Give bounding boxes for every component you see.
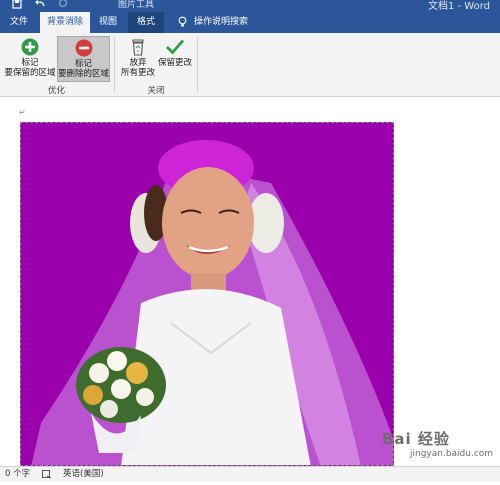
mark-keep-label-2: 要保留的区域 [4,68,56,78]
photo-illustration [21,123,393,465]
keep-changes-label: 保留更改 [157,58,192,68]
word-count[interactable]: 0 个字 [5,467,30,482]
redo-icon[interactable] [58,0,68,12]
ribbon: 标记 要保留的区域 标记 要删除的区域 优化 放弃 所有更改 保留更改 关闭 [0,33,500,97]
mark-areas-to-remove-button[interactable]: 标记 要删除的区域 [57,36,110,82]
group-separator [197,37,198,93]
lightbulb-icon[interactable] [178,16,187,28]
group-label-close: 关闭 [147,86,165,96]
mark-remove-label-2: 要删除的区域 [58,69,110,79]
watermark-url: jingyan.baidu.com [410,449,494,459]
undo-icon[interactable] [34,0,46,12]
discard-all-changes-button[interactable]: 放弃 所有更改 [119,36,157,82]
baidu-watermark: Bai 经验 jingyan.baidu.com [380,428,495,464]
proofing-icon[interactable] [42,470,52,485]
recycle-bin-icon [132,39,144,56]
tab-file[interactable]: 文件 [4,12,34,33]
bride-photo-with-removal-overlay[interactable] [20,122,394,466]
keep-changes-button[interactable]: 保留更改 [157,36,193,82]
checkmark-icon [166,39,185,55]
tab-view[interactable]: 视图 [94,12,122,33]
group-separator [114,37,115,93]
ribbon-tabs: 文件 背景消除 视图 格式 操作说明搜索 [0,12,500,33]
language-indicator[interactable]: 英语(美国) [63,467,104,482]
watermark-main-text: Bai 经验 [382,430,450,448]
title-bar: 图片工具 文档1 - Word [0,0,500,12]
tab-background-removal[interactable]: 背景消除 [40,12,90,33]
mark-keep-label-1: 标记 [21,58,39,68]
document-canvas[interactable]: ↵ [0,97,500,466]
document-title: 文档1 - Word [427,1,490,12]
mark-remove-label-1: 标记 [74,59,92,69]
plus-icon [21,38,39,56]
status-bar: 0 个字 英语(美国) [0,466,500,482]
minus-icon [75,39,92,57]
tell-me-search[interactable]: 操作说明搜索 [194,12,250,33]
save-icon[interactable] [12,0,22,12]
group-label-optimize: 优化 [47,86,65,96]
picture-tools-context-label: 图片工具 [118,0,155,10]
tab-format[interactable]: 格式 [130,12,162,33]
mark-areas-to-keep-button[interactable]: 标记 要保留的区域 [3,36,57,82]
discard-label-1: 放弃 [129,58,147,68]
discard-label-2: 所有更改 [120,68,155,78]
paragraph-mark: ↵ [19,108,26,117]
